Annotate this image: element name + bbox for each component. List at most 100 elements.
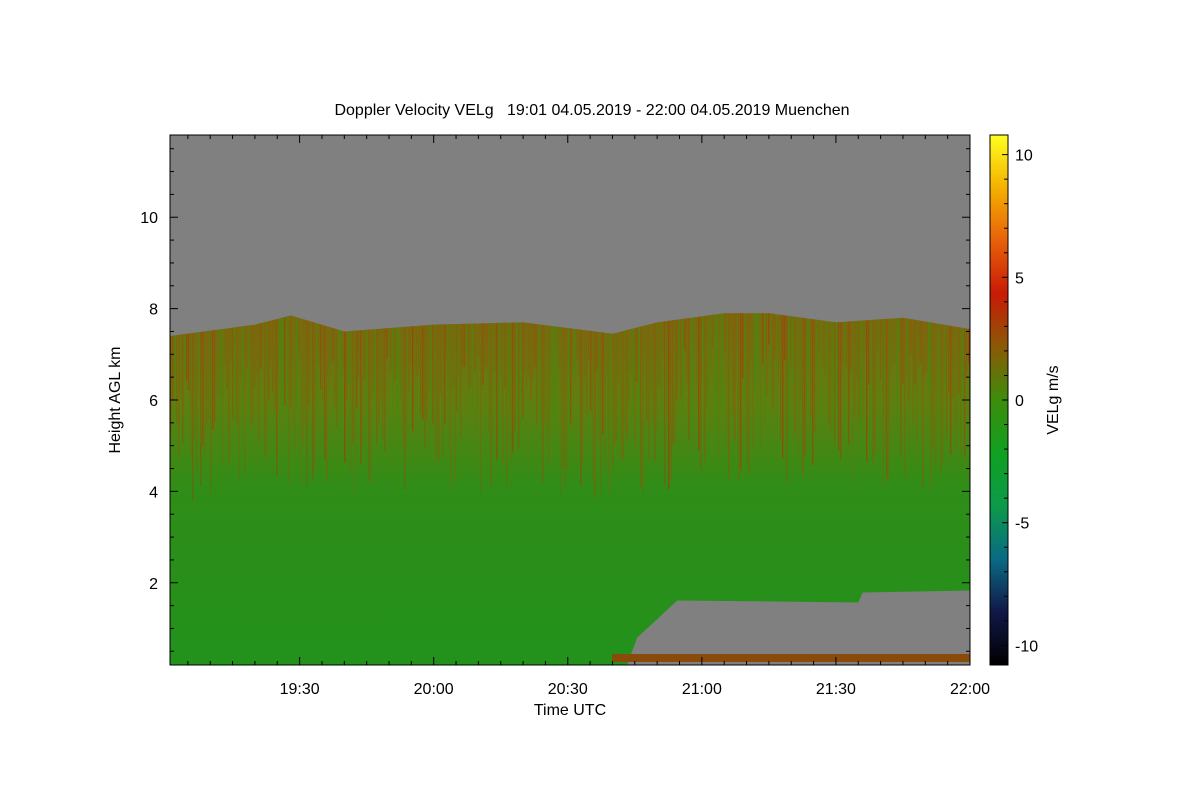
cloud-streak (712, 314, 714, 348)
cloud-streak (900, 317, 902, 456)
cloud-streak (596, 331, 598, 372)
cloud-streak (626, 330, 628, 440)
cloud-streak (816, 319, 818, 375)
cloud-streak (720, 313, 722, 416)
cloud-streak (318, 323, 320, 366)
cloud-streak (562, 327, 564, 468)
cloud-streak (790, 316, 792, 367)
cloud-streak (180, 334, 182, 398)
cloud-streak (612, 333, 614, 470)
cloud-streak (648, 324, 650, 461)
cloud-streak (456, 324, 458, 413)
cloud-streak (312, 321, 314, 479)
cloud-streak (942, 324, 944, 464)
cloud-streak (574, 328, 576, 378)
cloud-streak (222, 329, 224, 464)
cloud-streak (234, 327, 236, 422)
cloud-streak (492, 323, 494, 447)
cloud-streak (840, 322, 842, 460)
cloud-streak (588, 330, 590, 362)
cloud-streak (890, 318, 892, 376)
cloud-streak (506, 322, 508, 486)
cloud-streak (494, 323, 496, 372)
cloud-streak (524, 322, 526, 374)
cloud-streak (794, 316, 796, 435)
cloud-streak (760, 313, 762, 448)
cloud-streak (580, 329, 582, 486)
cloud-streak (390, 327, 392, 371)
cloud-streak (688, 318, 690, 440)
cloud-streak (758, 313, 760, 472)
cloud-streak (568, 328, 570, 477)
cloud-streak (244, 326, 246, 473)
cloud-streak (370, 329, 372, 484)
cloud-streak (854, 321, 856, 419)
cloud-streak (952, 326, 954, 400)
cloud-streak (636, 327, 638, 382)
cloud-streak (442, 324, 444, 456)
cloud-streak (578, 329, 580, 377)
y-tick-label: 4 (149, 484, 158, 501)
cloud-streak (798, 317, 800, 456)
cloud-streak (746, 313, 748, 463)
cloud-streak (382, 328, 384, 439)
cloud-streak (462, 323, 464, 367)
cloud-streak (452, 324, 454, 387)
cloud-streak (902, 317, 904, 385)
x-tick-label: 21:00 (682, 681, 722, 698)
cloud-streak (236, 327, 238, 423)
cloud-streak (270, 320, 272, 363)
cloud-streak (744, 313, 746, 403)
cloud-streak (242, 326, 244, 449)
cloud-streak (464, 323, 466, 367)
cloud-streak (514, 322, 516, 432)
cloud-streak (658, 322, 660, 386)
cloud-streak (300, 318, 302, 487)
cloud-streak (576, 329, 578, 360)
cloud-streak (354, 330, 356, 496)
cloud-streak (292, 315, 294, 424)
cloud-streak (676, 319, 678, 399)
cloud-streak (624, 330, 626, 432)
cloud-streak (324, 325, 326, 460)
cloud-streak (204, 331, 206, 453)
colorbar-tick-label: 0 (1015, 393, 1024, 410)
cloud-streak (644, 325, 646, 358)
cloud-streak (356, 330, 358, 408)
cloud-streak (908, 318, 910, 403)
cloud-streak (888, 318, 890, 480)
cloud-streak (934, 323, 936, 468)
cloud-streak (208, 330, 210, 419)
cloud-streak (852, 321, 854, 482)
cloud-streak (724, 313, 726, 354)
cloud-streak (484, 323, 486, 371)
cloud-streak (680, 319, 682, 399)
cloud-streak (926, 321, 928, 373)
cloud-streak (748, 313, 750, 475)
cloud-streak (466, 323, 468, 355)
cloud-streak (590, 330, 592, 411)
cloud-streak (924, 321, 926, 378)
y-tick-label: 10 (140, 210, 158, 227)
cloud-streak (650, 324, 652, 395)
cloud-streak (368, 329, 370, 481)
cloud-streak (250, 325, 252, 425)
cloud-streak (518, 322, 520, 449)
cloud-streak (278, 318, 280, 366)
cloud-streak (770, 313, 772, 471)
cloud-streak (964, 328, 966, 456)
x-tick-label: 20:30 (548, 681, 588, 698)
cloud-streak (422, 325, 424, 420)
cloud-streak (412, 326, 414, 431)
cloud-streak (824, 320, 826, 378)
cloud-streak (774, 313, 776, 359)
cloud-streak (210, 330, 212, 495)
cloud-streak (810, 318, 812, 417)
cloud-streak (828, 321, 830, 424)
cloud-streak (656, 322, 658, 429)
cloud-streak (832, 321, 834, 468)
cloud-streak (896, 318, 898, 434)
cloud-streak (478, 323, 480, 357)
cloud-streak (930, 322, 932, 491)
cloud-streak (296, 317, 298, 410)
